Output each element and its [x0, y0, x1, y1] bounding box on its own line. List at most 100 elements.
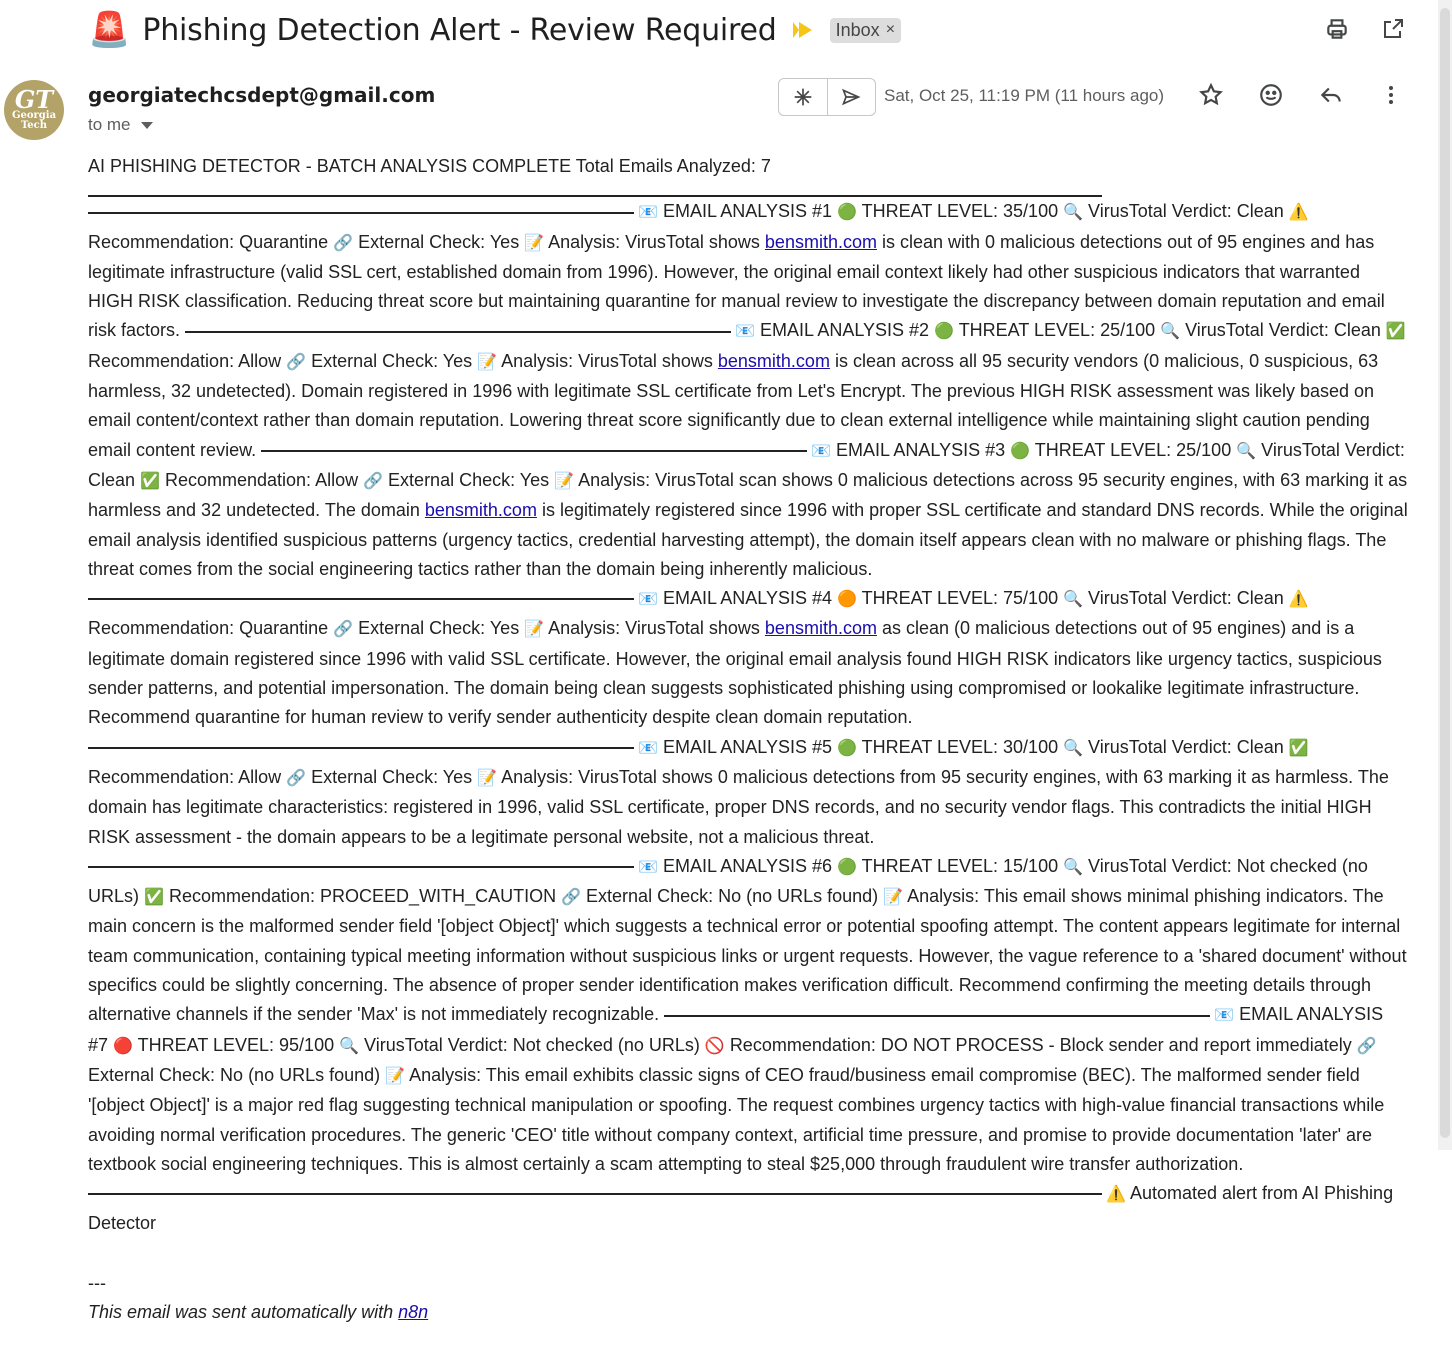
analysis-item: 📧 EMAIL ANALYSIS #4 🟠 THREAT LEVEL: 75/1… — [88, 588, 1382, 727]
message-actions — [1196, 80, 1406, 110]
quick-actions-pill — [778, 78, 876, 116]
signature-text: This email was sent automatically with — [88, 1301, 399, 1322]
sender-avatar[interactable]: GT Georgia Tech — [4, 80, 64, 140]
threat-level: THREAT LEVEL: 25/100 — [1034, 439, 1232, 460]
external-check: External Check: Yes — [311, 766, 473, 787]
section-rule — [88, 866, 634, 869]
outro: ⚠️ Automated alert from AI Phishing Dete… — [88, 1183, 1393, 1233]
link-icon: 🔗 — [333, 234, 354, 252]
closing-rule — [88, 1193, 1102, 1196]
analysis-text: Analysis: VirusTotal shows 0 malicious d… — [88, 766, 1389, 847]
memo-icon: 📝 — [477, 353, 498, 371]
external-check: External Check: No (no URLs found) — [88, 1064, 381, 1085]
memo-icon: 📝 — [385, 1067, 406, 1085]
threat-indicator-icon: 🟢 — [934, 323, 954, 341]
open-in-new-window-icon[interactable] — [1378, 14, 1408, 44]
recommendation-icon: ⚠️ — [1288, 204, 1309, 222]
recommendation: Recommendation: Allow — [164, 469, 359, 490]
section-rule — [88, 598, 634, 601]
analysis-heading: EMAIL ANALYSIS #6 — [662, 855, 833, 876]
analysis-item: 📧 EMAIL ANALYSIS #5 🟢 THREAT LEVEL: 30/1… — [88, 737, 1389, 847]
external-check: External Check: Yes — [358, 231, 520, 252]
analysis-item: 📧 EMAIL ANALYSIS #6 🟢 THREAT LEVEL: 15/1… — [88, 856, 1407, 1024]
virustotal-verdict: VirusTotal Verdict: Clean — [1088, 736, 1284, 757]
chevron-down-icon — [140, 121, 153, 129]
analysis-heading: EMAIL ANALYSIS #5 — [662, 736, 833, 757]
domain-link[interactable]: bensmith.com — [425, 500, 537, 520]
threat-indicator-icon: 🔴 — [113, 1037, 133, 1055]
warning-icon: ⚠️ — [1106, 1186, 1126, 1204]
memo-icon: 📝 — [524, 621, 545, 639]
email-icon: 📧 — [811, 442, 832, 460]
importance-marker-icon[interactable] — [792, 22, 812, 38]
analysis-heading: EMAIL ANALYSIS #2 — [759, 320, 930, 341]
external-check: External Check: Yes — [311, 350, 473, 371]
recommendation-icon: 🚫 — [704, 1037, 725, 1055]
send-icon[interactable] — [826, 79, 876, 115]
threat-level: THREAT LEVEL: 95/100 — [137, 1034, 335, 1055]
threat-level: THREAT LEVEL: 35/100 — [861, 201, 1059, 222]
recommendation-icon: ✅ — [144, 889, 164, 907]
scrollbar-thumb[interactable] — [1440, 8, 1450, 1138]
section-rule — [88, 211, 634, 214]
top-actions — [1322, 14, 1408, 44]
emoji-react-icon[interactable] — [1256, 80, 1286, 110]
email-icon: 📧 — [1214, 1007, 1235, 1025]
more-options-icon[interactable] — [1376, 80, 1406, 110]
inbox-label-chip[interactable]: Inbox × — [829, 17, 902, 43]
email-subject: Phishing Detection Alert - Review Requir… — [142, 12, 777, 48]
recommendation: Recommendation: Quarantine — [88, 618, 329, 639]
analysis-text: Analysis: VirusTotal shows — [548, 618, 765, 639]
email-body: AI PHISHING DETECTOR - BATCH ANALYSIS CO… — [88, 152, 1408, 1327]
link-icon: 🔗 — [333, 621, 354, 639]
signature-dash: --- — [88, 1272, 106, 1293]
recommendation-icon: ✅ — [1385, 323, 1406, 341]
outro-text: Automated alert from AI Phishing Detecto… — [88, 1183, 1394, 1234]
magnifier-icon: 🔍 — [1236, 442, 1257, 460]
domain-link[interactable]: bensmith.com — [765, 232, 877, 252]
magnifier-icon: 🔍 — [1063, 591, 1084, 609]
subject-row: 🚨 Phishing Detection Alert - Review Requ… — [88, 8, 902, 52]
n8n-link[interactable]: n8n — [398, 1302, 428, 1322]
summarize-icon[interactable] — [779, 79, 827, 115]
email-icon: 📧 — [638, 204, 658, 222]
inbox-label-text: Inbox — [835, 19, 880, 40]
analysis-heading: EMAIL ANALYSIS #3 — [836, 439, 1006, 460]
memo-icon: 📝 — [524, 234, 545, 252]
external-check: External Check: Yes — [358, 618, 520, 639]
analysis-heading: EMAIL ANALYSIS #4 — [662, 588, 833, 609]
avatar-org-name: Georgia Tech — [11, 110, 57, 131]
domain-link[interactable]: bensmith.com — [765, 618, 877, 638]
reply-icon[interactable] — [1316, 80, 1346, 110]
email-icon: 📧 — [638, 858, 658, 876]
recipient-details-toggle[interactable]: to me — [88, 115, 153, 135]
recommendation: Recommendation: DO NOT PROCESS - Block s… — [729, 1034, 1352, 1055]
threat-level: THREAT LEVEL: 30/100 — [861, 736, 1059, 757]
recommendation-icon: ✅ — [140, 472, 160, 490]
print-icon[interactable] — [1322, 14, 1352, 44]
virustotal-verdict: VirusTotal Verdict: Clean — [1088, 588, 1284, 609]
threat-level: THREAT LEVEL: 75/100 — [861, 588, 1059, 609]
analyses-block: 📧 EMAIL ANALYSIS #1 🟢 THREAT LEVEL: 35/1… — [88, 197, 1408, 1238]
external-check: External Check: No (no URLs found) — [586, 886, 879, 907]
section-rule — [664, 1014, 1211, 1017]
magnifier-icon: 🔍 — [1063, 204, 1084, 222]
section-rule — [185, 330, 732, 333]
sender-email[interactable]: georgiatechcsdept@gmail.com — [88, 83, 435, 107]
link-icon: 🔗 — [561, 889, 582, 907]
star-icon[interactable] — [1196, 80, 1226, 110]
link-icon: 🔗 — [1356, 1037, 1377, 1055]
analysis-text: Analysis: VirusTotal shows — [501, 350, 718, 371]
threat-indicator-icon: 🟢 — [1010, 442, 1031, 460]
magnifier-icon: 🔍 — [339, 1037, 360, 1055]
recommendation: Recommendation: Allow — [88, 766, 282, 787]
siren-icon: 🚨 — [88, 11, 131, 49]
remove-label-icon[interactable]: × — [886, 21, 895, 39]
threat-indicator-icon: 🟠 — [837, 591, 857, 609]
analysis-heading: EMAIL ANALYSIS #1 — [662, 201, 833, 222]
recommendation: Recommendation: Allow — [88, 350, 282, 371]
scrollbar[interactable] — [1438, 0, 1452, 1150]
link-icon: 🔗 — [286, 353, 307, 371]
domain-link[interactable]: bensmith.com — [718, 351, 830, 371]
analysis-text: Analysis: VirusTotal shows — [548, 231, 765, 252]
